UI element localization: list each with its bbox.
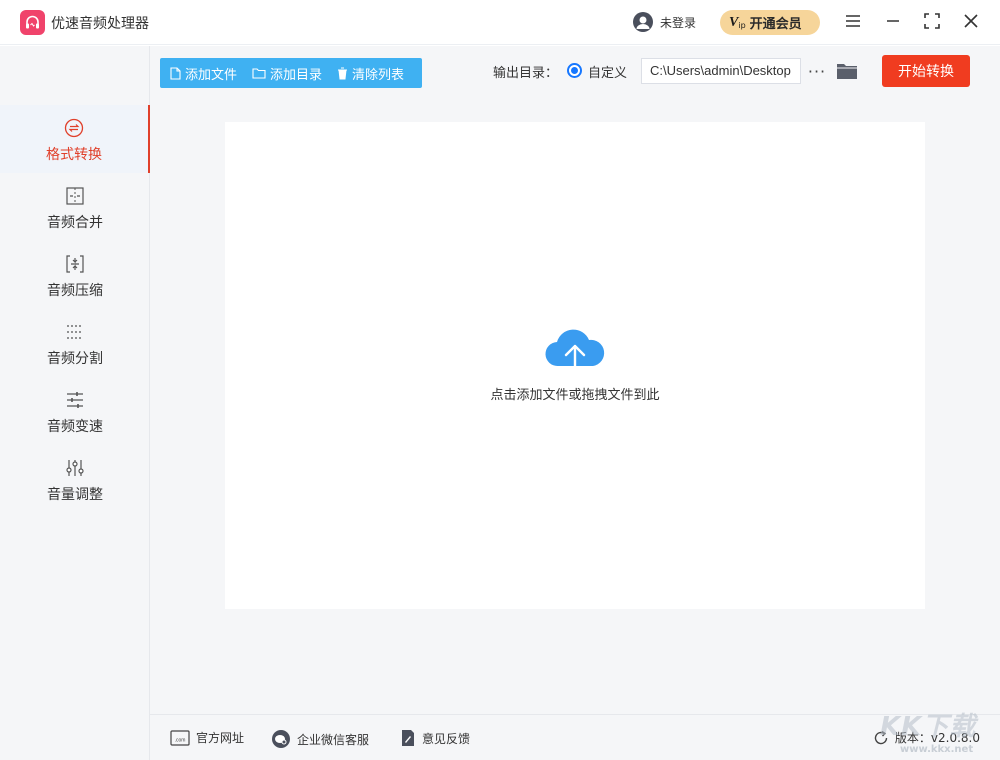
add-folder-button[interactable]: 添加目录: [252, 64, 322, 83]
custom-output-label[interactable]: 自定义: [588, 62, 627, 81]
sidebar-item-format-convert[interactable]: 格式转换: [0, 105, 150, 173]
minimize-icon[interactable]: [882, 10, 904, 32]
sidebar-item-label: 音频合并: [47, 215, 103, 231]
output-dir-label: 输出目录：: [493, 66, 559, 81]
feedback-label: 意见反馈: [422, 731, 471, 746]
file-drop-zone[interactable]: 点击添加文件或拖拽文件到此: [225, 122, 925, 609]
clear-list-button[interactable]: 清除列表: [337, 64, 404, 83]
feedback-link[interactable]: 意见反馈: [400, 729, 470, 747]
sidebar: 格式转换 音频合并 音频压缩 音频分割 音频变速 音量调整: [0, 46, 150, 760]
file-icon: [170, 66, 181, 80]
file-toolbar: 添加文件 添加目录 清除列表: [160, 58, 422, 88]
format-convert-icon: [64, 118, 84, 138]
app-title: 优速音频处理器: [51, 16, 149, 32]
wechat-label: 企业微信客服: [297, 732, 370, 747]
sidebar-item-label: 音频变速: [47, 419, 103, 435]
watermark-url: www.kkx.net: [900, 744, 974, 755]
website-icon: .com: [170, 729, 190, 746]
output-path-field[interactable]: C:\Users\admin\Desktop: [641, 58, 801, 84]
footer: .com 官方网址 企业微信客服 意见反馈 版本：v2.0.8.0: [150, 714, 1000, 760]
user-avatar-icon[interactable]: [633, 12, 653, 32]
clear-list-label: 清除列表: [352, 67, 405, 83]
sidebar-item-label: 音频压缩: [47, 283, 103, 299]
more-options-button[interactable]: ···: [806, 58, 828, 84]
wechat-support-link[interactable]: 企业微信客服: [271, 729, 369, 749]
sidebar-item-volume[interactable]: 音量调整: [0, 445, 150, 513]
start-convert-button[interactable]: 开始转换: [882, 55, 970, 87]
sidebar-item-label: 音量调整: [47, 487, 103, 503]
close-icon[interactable]: [960, 10, 982, 32]
open-vip-button[interactable]: Vip 开通会员: [720, 10, 820, 35]
add-file-button[interactable]: 添加文件: [170, 64, 237, 83]
vip-badge-v: V: [729, 14, 739, 30]
vip-label: 开通会员: [749, 17, 802, 32]
maximize-icon[interactable]: [921, 10, 943, 32]
open-folder-icon[interactable]: [836, 61, 858, 81]
sidebar-item-label: 音频分割: [47, 351, 103, 367]
svg-text:.com: .com: [175, 737, 186, 743]
main-panel: 添加文件 添加目录 清除列表 输出目录： 自定义 C:\Users\admin\…: [150, 46, 1000, 714]
menu-icon[interactable]: [842, 10, 864, 32]
vip-badge-ip: ip: [738, 20, 746, 30]
custom-output-radio[interactable]: [567, 63, 582, 78]
add-file-label: 添加文件: [185, 67, 238, 83]
sidebar-item-label: 格式转换: [46, 147, 102, 163]
cloud-upload-icon: [545, 329, 605, 380]
split-icon: [65, 322, 85, 342]
wechat-icon: [272, 730, 290, 748]
merge-icon: [65, 186, 85, 206]
volume-adjust-icon: [65, 458, 85, 478]
title-bar: 优速音频处理器 未登录 Vip 开通会员: [0, 0, 1000, 45]
login-status[interactable]: 未登录: [660, 14, 696, 31]
compress-icon: [65, 254, 85, 274]
drop-hint-text: 点击添加文件或拖拽文件到此: [490, 388, 660, 403]
watermark-logo: KK下载: [880, 712, 977, 742]
website-label: 官方网址: [196, 731, 245, 745]
add-folder-label: 添加目录: [270, 67, 323, 83]
trash-icon: [338, 67, 348, 79]
feedback-icon: [402, 730, 414, 746]
sidebar-item-merge[interactable]: 音频合并: [0, 173, 150, 241]
sidebar-item-compress[interactable]: 音频压缩: [0, 241, 150, 309]
sidebar-item-split[interactable]: 音频分割: [0, 309, 150, 377]
website-link[interactable]: .com 官方网址: [170, 729, 244, 746]
speed-icon: [65, 390, 85, 410]
sidebar-item-speed[interactable]: 音频变速: [0, 377, 150, 445]
folder-outline-icon: [252, 68, 266, 79]
app-logo-icon: [20, 10, 45, 35]
